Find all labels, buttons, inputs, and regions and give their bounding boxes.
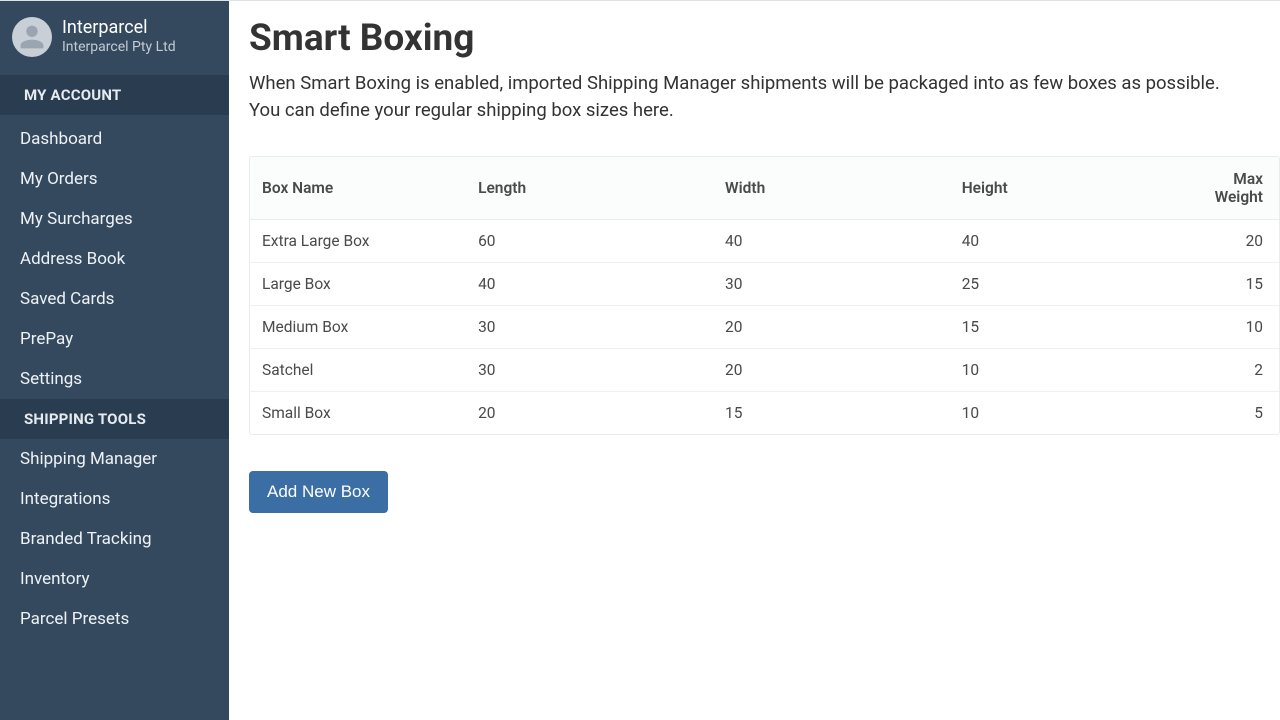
sidebar-item-saved-cards[interactable]: Saved Cards <box>0 279 229 319</box>
cell-max-weight: 15 <box>1176 262 1279 305</box>
cell-box-name: Small Box <box>250 391 466 434</box>
cell-length: 60 <box>466 219 713 262</box>
sidebar-item-my-surcharges[interactable]: My Surcharges <box>0 199 229 239</box>
sidebar: Interparcel Interparcel Pty Ltd MY ACCOU… <box>0 1 229 720</box>
cell-length: 30 <box>466 348 713 391</box>
sidebar-section-shipping-tools: SHIPPING TOOLS <box>0 399 229 439</box>
sidebar-item-shipping-manager[interactable]: Shipping Manager <box>0 439 229 479</box>
cell-width: 15 <box>713 391 950 434</box>
sidebar-item-settings[interactable]: Settings <box>0 359 229 399</box>
sidebar-item-branded-tracking[interactable]: Branded Tracking <box>0 519 229 559</box>
profile-text: Interparcel Interparcel Pty Ltd <box>62 17 176 56</box>
cell-max-weight: 10 <box>1176 305 1279 348</box>
main-content: Smart Boxing When Smart Boxing is enable… <box>229 1 1280 720</box>
profile-company: Interparcel Pty Ltd <box>62 39 176 57</box>
sidebar-item-inventory[interactable]: Inventory <box>0 559 229 599</box>
cell-height: 10 <box>950 348 1176 391</box>
desc-line-2: You can define your regular shipping box… <box>249 99 674 121</box>
cell-height: 40 <box>950 219 1176 262</box>
table-row[interactable]: Small Box2015105 <box>250 391 1279 434</box>
sidebar-item-integrations[interactable]: Integrations <box>0 479 229 519</box>
sidebar-item-dashboard[interactable]: Dashboard <box>0 119 229 159</box>
page-title: Smart Boxing <box>249 17 1280 60</box>
user-icon <box>18 23 46 51</box>
cell-width: 20 <box>713 348 950 391</box>
cell-box-name: Large Box <box>250 262 466 305</box>
sidebar-item-address-book[interactable]: Address Book <box>0 239 229 279</box>
col-width: Width <box>713 157 950 220</box>
table-row[interactable]: Large Box40302515 <box>250 262 1279 305</box>
cell-length: 30 <box>466 305 713 348</box>
col-length: Length <box>466 157 713 220</box>
sidebar-item-my-orders[interactable]: My Orders <box>0 159 229 199</box>
col-box-name: Box Name <box>250 157 466 220</box>
table-header-row: Box Name Length Width Height Max Weight <box>250 157 1279 220</box>
cell-height: 10 <box>950 391 1176 434</box>
avatar <box>12 17 52 57</box>
cell-length: 40 <box>466 262 713 305</box>
cell-length: 20 <box>466 391 713 434</box>
table-row[interactable]: Satchel3020102 <box>250 348 1279 391</box>
cell-width: 40 <box>713 219 950 262</box>
profile-block: Interparcel Interparcel Pty Ltd <box>0 1 229 75</box>
cell-height: 25 <box>950 262 1176 305</box>
table-row[interactable]: Medium Box30201510 <box>250 305 1279 348</box>
add-new-box-button[interactable]: Add New Box <box>249 471 388 513</box>
col-height: Height <box>950 157 1176 220</box>
profile-name: Interparcel <box>62 17 176 39</box>
box-table: Box Name Length Width Height Max Weight … <box>249 156 1280 435</box>
cell-max-weight: 5 <box>1176 391 1279 434</box>
cell-height: 15 <box>950 305 1176 348</box>
table-row[interactable]: Extra Large Box60404020 <box>250 219 1279 262</box>
cell-width: 20 <box>713 305 950 348</box>
sidebar-section-my-account: MY ACCOUNT <box>0 75 229 115</box>
cell-box-name: Satchel <box>250 348 466 391</box>
cell-max-weight: 2 <box>1176 348 1279 391</box>
page-description: When Smart Boxing is enabled, imported S… <box>249 70 1280 124</box>
sidebar-item-prepay[interactable]: PrePay <box>0 319 229 359</box>
cell-box-name: Extra Large Box <box>250 219 466 262</box>
col-max-weight: Max Weight <box>1176 157 1279 220</box>
desc-line-1: When Smart Boxing is enabled, imported S… <box>249 72 1220 94</box>
cell-box-name: Medium Box <box>250 305 466 348</box>
cell-max-weight: 20 <box>1176 219 1279 262</box>
cell-width: 30 <box>713 262 950 305</box>
sidebar-item-parcel-presets[interactable]: Parcel Presets <box>0 599 229 639</box>
